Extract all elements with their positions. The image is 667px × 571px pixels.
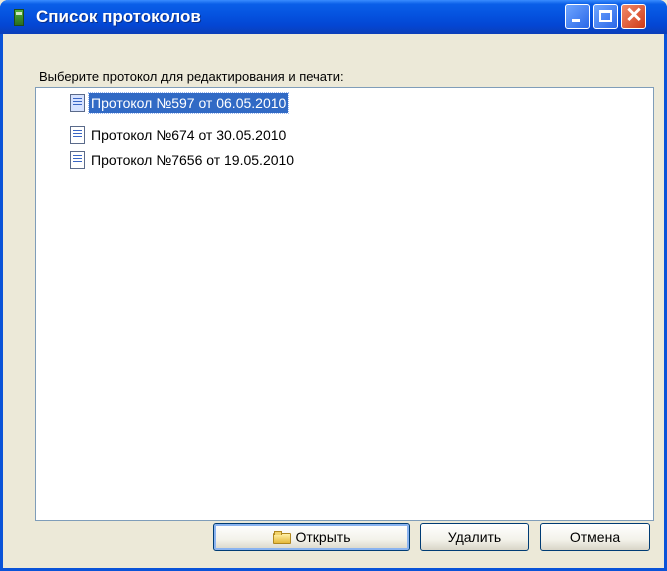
instruction-label: Выберите протокол для редактирования и п…: [39, 69, 344, 84]
open-button[interactable]: Открыть: [213, 523, 410, 551]
maximize-icon: [599, 10, 612, 22]
app-icon: [14, 9, 24, 26]
title-bar[interactable]: Список протоколов ✕: [0, 0, 667, 34]
document-icon: [70, 151, 85, 169]
protocol-label: Протокол №597 от 06.05.2010: [87, 92, 290, 114]
cancel-button[interactable]: Отмена: [540, 523, 650, 551]
open-button-label: Открыть: [295, 529, 351, 545]
cancel-button-label: Отмена: [569, 529, 621, 545]
window-title: Список протоколов: [36, 7, 201, 26]
protocol-listbox[interactable]: Протокол №597 от 06.05.2010 Протокол №67…: [35, 87, 654, 521]
maximize-button[interactable]: [593, 4, 618, 29]
folder-icon: [272, 531, 292, 544]
delete-button[interactable]: Удалить: [420, 523, 529, 551]
document-icon: [70, 126, 85, 144]
protocol-label: Протокол №7656 от 19.05.2010: [91, 152, 295, 168]
protocol-list-dialog: Список протоколов ✕ Выберите протокол дл…: [0, 0, 667, 571]
close-icon: ✕: [625, 4, 643, 27]
close-button[interactable]: ✕: [621, 4, 646, 29]
protocol-label: Протокол №674 от 30.05.2010: [91, 127, 287, 143]
document-icon: [70, 94, 85, 112]
delete-button-label: Удалить: [447, 529, 502, 545]
minimize-icon: [572, 19, 580, 22]
minimize-button[interactable]: [565, 4, 590, 29]
